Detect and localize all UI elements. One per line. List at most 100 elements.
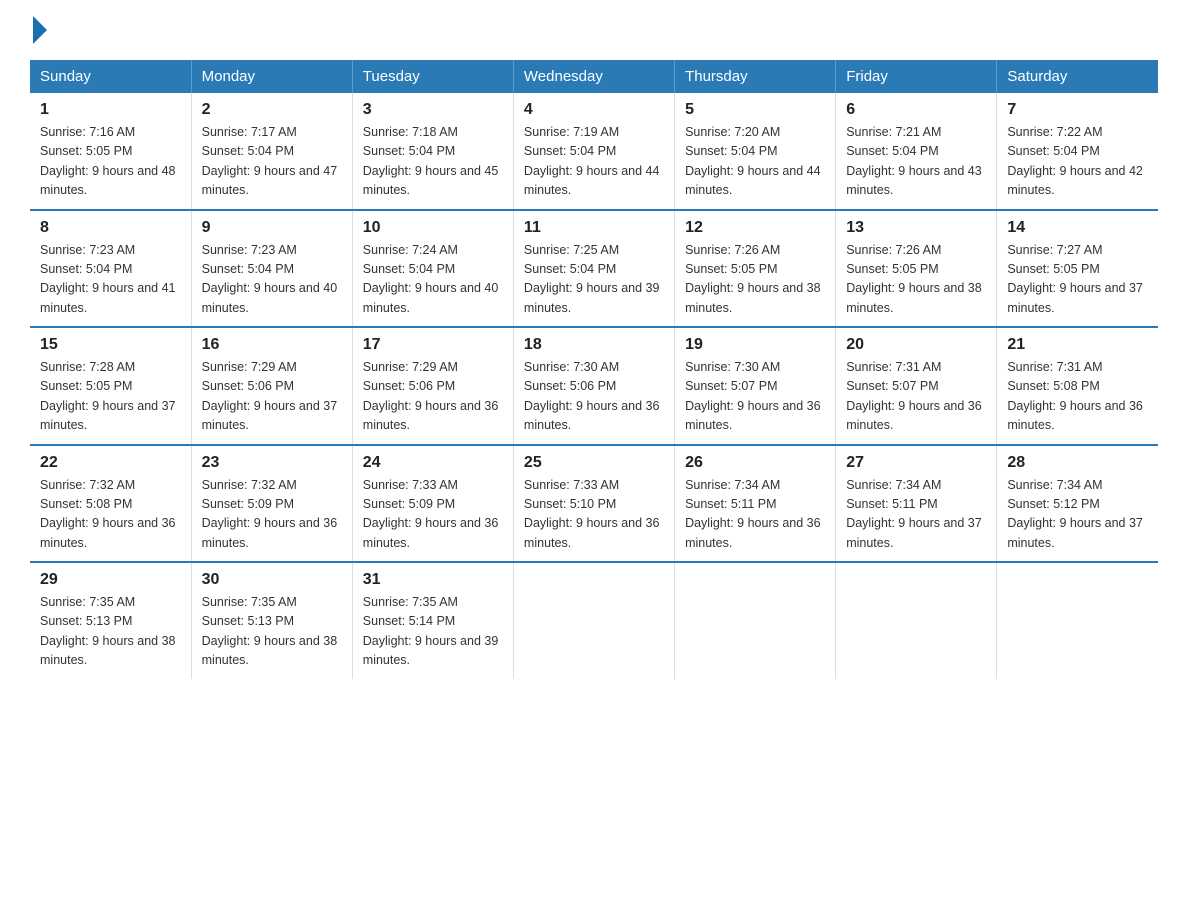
calendar-cell: 5 Sunrise: 7:20 AMSunset: 5:04 PMDaylight… [675,93,836,210]
page-header [30,20,1158,40]
calendar-cell: 9 Sunrise: 7:23 AMSunset: 5:04 PMDaylight… [191,210,352,328]
day-detail: Sunrise: 7:35 AMSunset: 5:13 PMDaylight:… [202,595,338,667]
calendar-cell: 4Sunrise: 7:19 AMSunset: 5:04 PMDaylight… [513,93,674,210]
day-number: 11 [524,219,664,237]
day-number: 21 [1007,336,1148,354]
calendar-cell: 3 Sunrise: 7:18 AMSunset: 5:04 PMDaylight… [352,93,513,210]
calendar-cell: 30 Sunrise: 7:35 AMSunset: 5:13 PMDayligh… [191,562,352,679]
day-number: 20 [846,336,986,354]
day-number: 14 [1007,219,1148,237]
day-detail: Sunrise: 7:31 AMSunset: 5:07 PMDaylight:… [846,360,982,432]
calendar-cell: 15 Sunrise: 7:28 AMSunset: 5:05 PMDayligh… [30,327,191,445]
day-detail: Sunrise: 7:29 AMSunset: 5:06 PMDaylight:… [202,360,338,432]
calendar-cell: 12 Sunrise: 7:26 AMSunset: 5:05 PMDayligh… [675,210,836,328]
header-day-sunday: Sunday [30,60,191,93]
header-day-friday: Friday [836,60,997,93]
header-day-monday: Monday [191,60,352,93]
day-detail: Sunrise: 7:33 AMSunset: 5:10 PMDaylight:… [524,478,660,550]
calendar-cell: 19 Sunrise: 7:30 AMSunset: 5:07 PMDayligh… [675,327,836,445]
day-detail: Sunrise: 7:29 AMSunset: 5:06 PMDaylight:… [363,360,499,432]
day-detail: Sunrise: 7:34 AMSunset: 5:12 PMDaylight:… [1007,478,1143,550]
calendar-cell [513,562,674,679]
day-detail: Sunrise: 7:20 AMSunset: 5:04 PMDaylight:… [685,125,821,197]
day-number: 25 [524,454,664,472]
day-detail: Sunrise: 7:17 AMSunset: 5:04 PMDaylight:… [202,125,338,197]
calendar-cell: 11Sunrise: 7:25 AMSunset: 5:04 PMDayligh… [513,210,674,328]
calendar-cell: 8Sunrise: 7:23 AMSunset: 5:04 PMDaylight… [30,210,191,328]
day-detail: Sunrise: 7:33 AMSunset: 5:09 PMDaylight:… [363,478,499,550]
header-day-wednesday: Wednesday [513,60,674,93]
calendar-cell [836,562,997,679]
calendar-cell: 13 Sunrise: 7:26 AMSunset: 5:05 PMDayligh… [836,210,997,328]
day-number: 19 [685,336,825,354]
logo-triangle-icon [33,16,47,44]
calendar-cell: 21 Sunrise: 7:31 AMSunset: 5:08 PMDayligh… [997,327,1158,445]
day-number: 13 [846,219,986,237]
day-number: 10 [363,219,503,237]
day-number: 31 [363,571,503,589]
day-number: 16 [202,336,342,354]
day-number: 30 [202,571,342,589]
day-number: 15 [40,336,181,354]
day-detail: Sunrise: 7:27 AMSunset: 5:05 PMDaylight:… [1007,243,1143,315]
day-number: 7 [1007,101,1148,119]
day-detail: Sunrise: 7:34 AMSunset: 5:11 PMDaylight:… [846,478,982,550]
day-number: 5 [685,101,825,119]
day-number: 24 [363,454,503,472]
logo [30,20,47,40]
day-detail: Sunrise: 7:30 AMSunset: 5:07 PMDaylight:… [685,360,821,432]
day-detail: Sunrise: 7:32 AMSunset: 5:09 PMDaylight:… [202,478,338,550]
day-detail: Sunrise: 7:31 AMSunset: 5:08 PMDaylight:… [1007,360,1143,432]
calendar-cell: 20 Sunrise: 7:31 AMSunset: 5:07 PMDayligh… [836,327,997,445]
day-number: 18 [524,336,664,354]
day-number: 12 [685,219,825,237]
calendar-cell: 29 Sunrise: 7:35 AMSunset: 5:13 PMDayligh… [30,562,191,679]
calendar-week-row: 8 Sunrise: 7:23 AMSunset: 5:04 PMDaylight… [30,210,1158,328]
header-day-tuesday: Tuesday [352,60,513,93]
day-detail: Sunrise: 7:23 AMSunset: 5:04 PMDaylight:… [202,243,338,315]
day-detail: Sunrise: 7:18 AMSunset: 5:04 PMDaylight:… [363,125,499,197]
day-number: 22 [40,454,181,472]
day-number: 26 [685,454,825,472]
calendar-cell: 2Sunrise: 7:17 AMSunset: 5:04 PMDaylight… [191,93,352,210]
calendar-cell: 10Sunrise: 7:24 AMSunset: 5:04 PMDayligh… [352,210,513,328]
header-day-saturday: Saturday [997,60,1158,93]
day-number: 1 [40,101,181,119]
day-number: 8 [40,219,181,237]
calendar-week-row: 15 Sunrise: 7:28 AMSunset: 5:05 PMDayligh… [30,327,1158,445]
calendar-header-row: SundayMondayTuesdayWednesdayThursdayFrid… [30,60,1158,93]
calendar-week-row: 1 Sunrise: 7:16 AMSunset: 5:05 PMDaylight… [30,93,1158,210]
calendar-cell [675,562,836,679]
calendar-cell: 6 Sunrise: 7:21 AMSunset: 5:04 PMDaylight… [836,93,997,210]
calendar-week-row: 22 Sunrise: 7:32 AMSunset: 5:08 PMDayligh… [30,445,1158,563]
day-detail: Sunrise: 7:19 AMSunset: 5:04 PMDaylight:… [524,125,660,197]
day-detail: Sunrise: 7:22 AMSunset: 5:04 PMDaylight:… [1007,125,1143,197]
day-detail: Sunrise: 7:35 AMSunset: 5:14 PMDaylight:… [363,595,499,667]
day-number: 6 [846,101,986,119]
day-detail: Sunrise: 7:32 AMSunset: 5:08 PMDaylight:… [40,478,176,550]
day-detail: Sunrise: 7:30 AMSunset: 5:06 PMDaylight:… [524,360,660,432]
calendar-cell: 24 Sunrise: 7:33 AMSunset: 5:09 PMDayligh… [352,445,513,563]
day-detail: Sunrise: 7:35 AMSunset: 5:13 PMDaylight:… [40,595,176,667]
day-number: 9 [202,219,342,237]
calendar-week-row: 29 Sunrise: 7:35 AMSunset: 5:13 PMDayligh… [30,562,1158,679]
day-detail: Sunrise: 7:16 AMSunset: 5:05 PMDaylight:… [40,125,176,197]
day-detail: Sunrise: 7:34 AMSunset: 5:11 PMDaylight:… [685,478,821,550]
day-number: 28 [1007,454,1148,472]
header-day-thursday: Thursday [675,60,836,93]
calendar-cell: 16 Sunrise: 7:29 AMSunset: 5:06 PMDayligh… [191,327,352,445]
calendar-cell [997,562,1158,679]
calendar-table: SundayMondayTuesdayWednesdayThursdayFrid… [30,60,1158,679]
calendar-cell: 1 Sunrise: 7:16 AMSunset: 5:05 PMDaylight… [30,93,191,210]
calendar-cell: 14 Sunrise: 7:27 AMSunset: 5:05 PMDayligh… [997,210,1158,328]
calendar-cell: 25 Sunrise: 7:33 AMSunset: 5:10 PMDayligh… [513,445,674,563]
day-detail: Sunrise: 7:28 AMSunset: 5:05 PMDaylight:… [40,360,176,432]
calendar-cell: 28 Sunrise: 7:34 AMSunset: 5:12 PMDayligh… [997,445,1158,563]
day-detail: Sunrise: 7:21 AMSunset: 5:04 PMDaylight:… [846,125,982,197]
day-detail: Sunrise: 7:26 AMSunset: 5:05 PMDaylight:… [685,243,821,315]
day-number: 23 [202,454,342,472]
day-number: 29 [40,571,181,589]
calendar-cell: 18 Sunrise: 7:30 AMSunset: 5:06 PMDayligh… [513,327,674,445]
day-number: 3 [363,101,503,119]
day-detail: Sunrise: 7:26 AMSunset: 5:05 PMDaylight:… [846,243,982,315]
